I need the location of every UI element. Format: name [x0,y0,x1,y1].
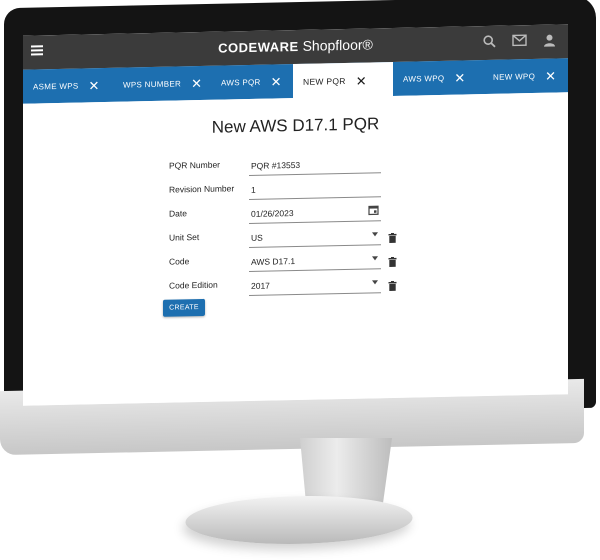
tab-wps-number[interactable]: WPS NUMBER ✕ [113,66,211,102]
date-value: 01/26/2023 [251,208,294,219]
dropdown-arrow-icon[interactable] [372,256,378,261]
tab-label: NEW WPQ [493,71,536,82]
code-edition-label: Code Edition [169,279,218,291]
revision-number-label: Revision Number [169,183,235,195]
trash-icon[interactable] [388,230,397,248]
pqr-number-label: PQR Number [169,159,221,171]
close-icon[interactable]: ✕ [454,70,465,85]
unit-set-row: Unit Set US [169,224,397,251]
form-panel: New AWS D17.1 PQR PQR Number PQR #13553 … [23,92,568,406]
tab-new-wpq[interactable]: NEW WPQ ✕ [483,58,568,94]
monitor-stand-base [175,496,423,544]
mail-icon[interactable] [512,34,527,47]
search-icon[interactable] [483,35,496,48]
code-label: Code [169,256,190,267]
pqr-number-input[interactable]: PQR #13553 [249,152,381,176]
tab-label: WPS NUMBER [123,78,182,90]
code-edition-select[interactable]: 2017 [249,272,381,296]
tab-label: NEW PQR [303,75,346,87]
tab-label: AWS PQR [221,77,261,88]
tab-label: AWS WPQ [403,73,445,84]
dropdown-arrow-icon[interactable] [372,280,378,285]
date-row: Date 01/26/2023 [169,200,389,227]
close-icon[interactable]: ✕ [545,68,556,83]
user-icon[interactable] [543,34,556,47]
tab-label: ASME WPS [33,81,79,91]
close-icon[interactable]: ✕ [89,78,100,93]
code-row: Code AWS D17.1 [169,248,397,275]
code-select[interactable]: AWS D17.1 [249,248,381,272]
tab-asme-wps[interactable]: ASME WPS ✕ [23,68,113,104]
create-button[interactable]: CREATE [163,298,205,317]
brand-main: CODEWARE [218,38,299,56]
close-icon[interactable]: ✕ [191,75,202,90]
app-bar-actions [483,34,556,49]
close-icon[interactable]: ✕ [271,74,282,89]
code-value: AWS D17.1 [251,256,296,267]
calendar-icon[interactable] [368,204,379,217]
dropdown-arrow-icon[interactable] [372,232,378,237]
pqr-number-row: PQR Number PQR #13553 [169,152,389,179]
revision-number-row: Revision Number 1 [169,176,389,203]
unit-set-value: US [251,232,263,243]
date-input[interactable]: 01/26/2023 [249,200,381,224]
date-label: Date [169,208,187,219]
code-edition-value: 2017 [251,280,270,291]
page-title: New AWS D17.1 PQR [211,114,380,137]
revision-number-input[interactable]: 1 [249,176,381,200]
close-icon[interactable]: ✕ [356,73,367,88]
brand-sub: Shopfloor® [302,36,373,54]
unit-set-label: Unit Set [169,232,200,243]
tab-aws-wpq[interactable]: AWS WPQ ✕ [393,60,483,96]
tab-new-pqr[interactable]: NEW PQR ✕ [293,61,393,101]
unit-set-select[interactable]: US [249,224,381,248]
pqr-number-value: PQR #13553 [251,159,301,171]
trash-icon[interactable] [388,254,397,272]
trash-icon[interactable] [388,278,397,296]
code-edition-row: Code Edition 2017 [169,272,397,299]
tab-aws-pqr[interactable]: AWS PQR ✕ [211,64,293,100]
monitor-screen: CODEWARE Shopfloor® ASME WPS ✕ WPS NUMBE… [23,24,568,406]
revision-number-value: 1 [251,184,256,195]
